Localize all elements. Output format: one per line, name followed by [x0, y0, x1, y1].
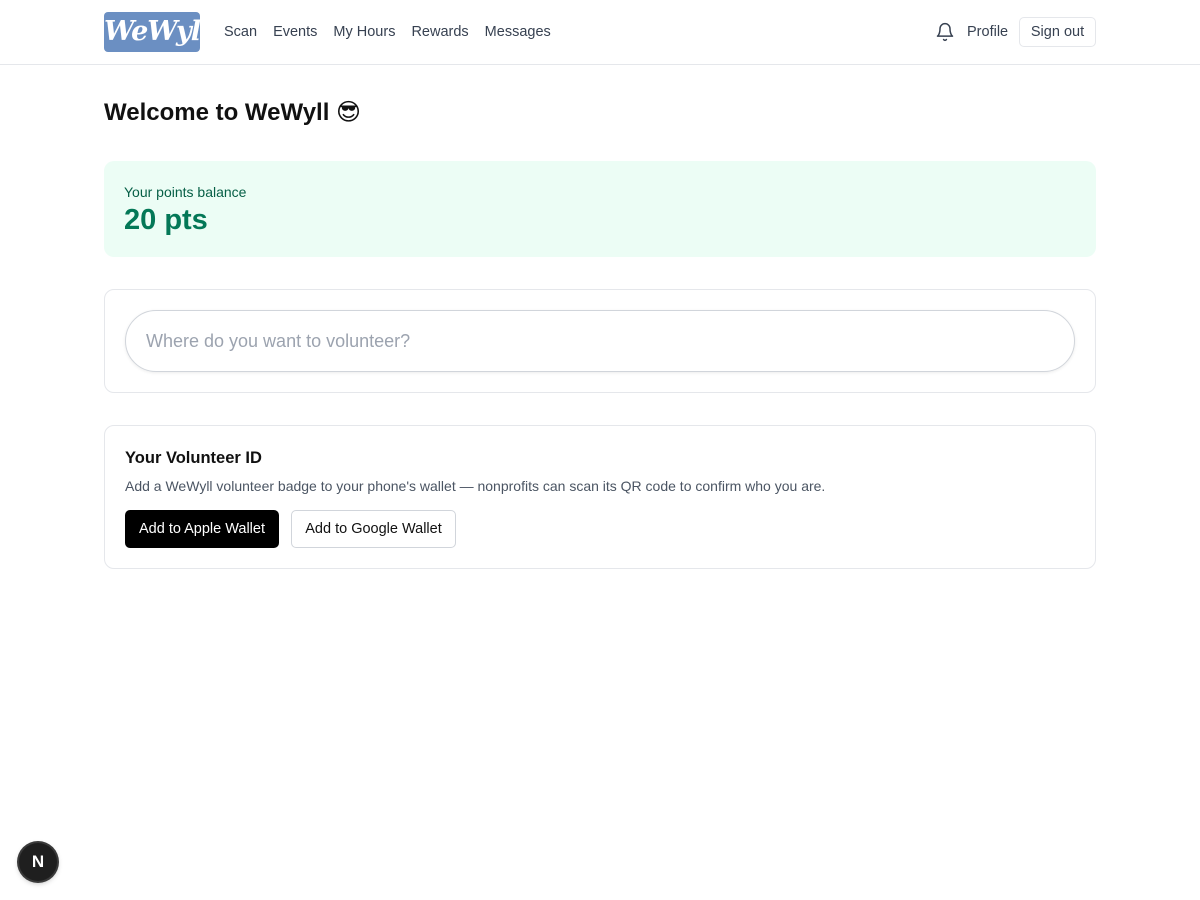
- points-balance-label: Your points balance: [124, 184, 247, 200]
- volunteer-id-card: Your Volunteer ID Add a WeWyll volunteer…: [104, 425, 1096, 569]
- nav-rewards[interactable]: Rewards: [411, 23, 468, 41]
- nextjs-dev-badge[interactable]: N: [19, 843, 57, 881]
- bell-icon[interactable]: [935, 22, 955, 42]
- wewyll-logo[interactable]: WeWyll: [104, 12, 200, 52]
- volunteer-id-description: Add a WeWyll volunteer badge to your pho…: [125, 478, 826, 494]
- nav-scan[interactable]: Scan: [224, 23, 257, 41]
- sign-out-button[interactable]: Sign out: [1019, 17, 1096, 47]
- points-balance-card: Your points balance 20 pts: [104, 161, 1096, 257]
- page-title: Welcome to WeWyll 😎: [104, 99, 362, 126]
- volunteer-search-card: [104, 289, 1096, 393]
- add-to-apple-wallet-button[interactable]: Add to Apple Wallet: [125, 510, 279, 548]
- points-balance-value: 20 pts: [124, 204, 208, 236]
- top-navbar: WeWyll Scan Events My Hours Rewards Mess…: [0, 0, 1200, 65]
- logo-text: WeWyll: [104, 16, 200, 47]
- volunteer-id-title: Your Volunteer ID: [125, 449, 262, 467]
- dev-badge-letter: N: [31, 852, 45, 871]
- nav-my-hours[interactable]: My Hours: [333, 23, 395, 41]
- profile-link[interactable]: Profile: [967, 23, 1008, 41]
- add-to-google-wallet-button[interactable]: Add to Google Wallet: [291, 510, 456, 548]
- nav-messages[interactable]: Messages: [485, 23, 551, 41]
- volunteer-search-input[interactable]: [125, 310, 1075, 372]
- nav-events[interactable]: Events: [273, 23, 317, 41]
- main-nav: Scan Events My Hours Rewards Messages: [224, 23, 567, 41]
